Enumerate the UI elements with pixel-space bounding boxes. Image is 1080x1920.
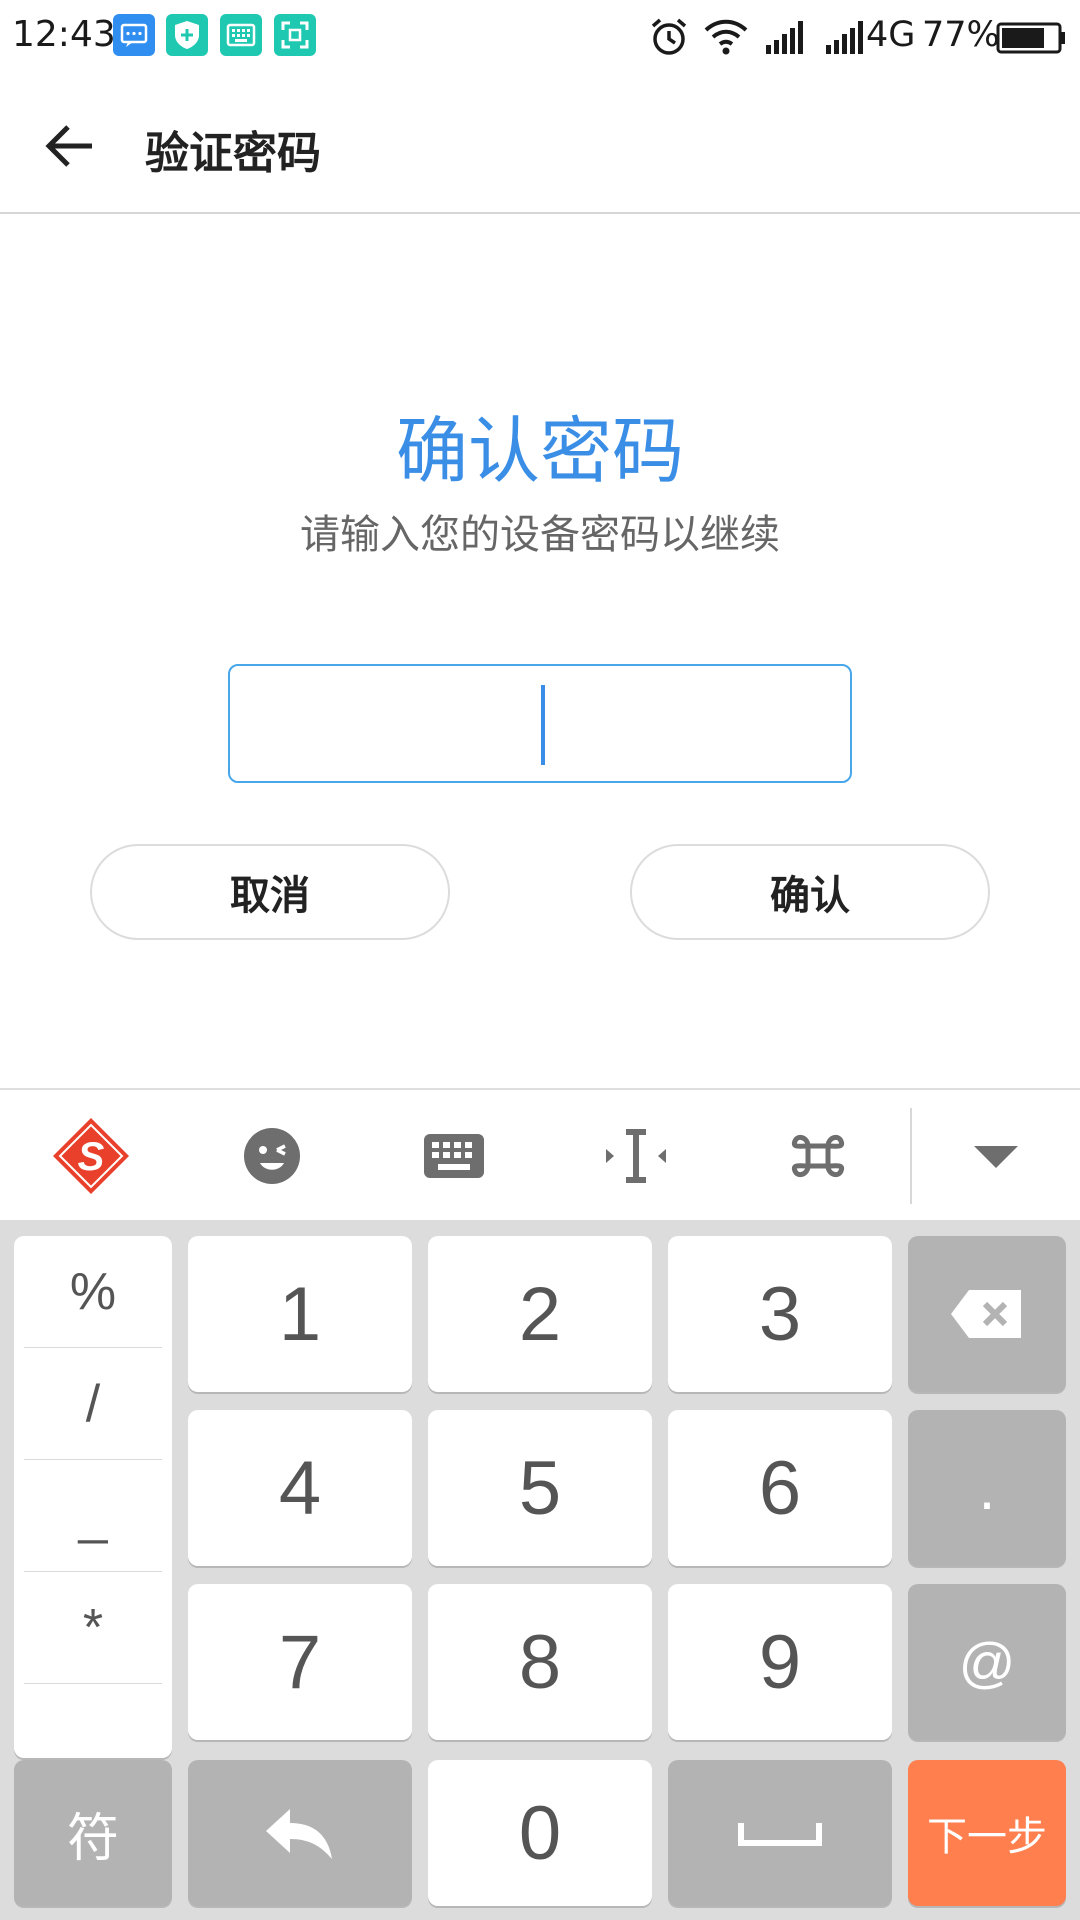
app-bar: 验证密码 — [0, 76, 1080, 214]
backspace-icon — [951, 1290, 1021, 1338]
keyboard-switch-icon[interactable] — [414, 1116, 494, 1196]
key-8[interactable]: 8 — [428, 1584, 652, 1740]
key-6[interactable]: 6 — [668, 1410, 892, 1566]
key-3[interactable]: 3 — [668, 1236, 892, 1392]
emoji-icon[interactable] — [232, 1116, 312, 1196]
cursor-move-icon[interactable] — [596, 1116, 676, 1196]
svg-text:S: S — [78, 1135, 105, 1179]
at-key[interactable]: @ — [908, 1584, 1066, 1740]
sogou-logo-icon[interactable]: S — [51, 1116, 131, 1196]
key-9[interactable]: 9 — [668, 1584, 892, 1740]
symbol-key[interactable]: / — [24, 1348, 162, 1460]
signal-icon-2 — [826, 21, 863, 54]
status-time: 12:43 — [12, 14, 116, 55]
symbols-key[interactable]: 符 — [14, 1760, 172, 1906]
keyboard-icon — [220, 14, 262, 56]
signal-icon — [766, 21, 803, 54]
page-title: 验证密码 — [145, 128, 321, 179]
space-key[interactable] — [668, 1760, 892, 1906]
status-bar: 12:43 4G 77% — [0, 0, 1080, 76]
key-4[interactable]: 4 — [188, 1410, 412, 1566]
message-icon — [113, 14, 155, 56]
network-type: 4G — [866, 15, 916, 55]
toolbar-divider — [910, 1108, 912, 1204]
symbol-column[interactable]: % / _ * — [14, 1236, 172, 1758]
keyboard-toolbar: S — [0, 1088, 1080, 1220]
key-0[interactable]: 0 — [428, 1760, 652, 1906]
symbol-key[interactable]: % — [24, 1236, 162, 1348]
return-icon — [266, 1809, 332, 1859]
password-input[interactable] — [228, 664, 852, 783]
space-icon — [738, 1823, 822, 1846]
return-key[interactable] — [188, 1760, 412, 1906]
key-5[interactable]: 5 — [428, 1410, 652, 1566]
cancel-button[interactable]: 取消 — [90, 844, 450, 940]
confirm-button[interactable]: 确认 — [630, 844, 990, 940]
back-button[interactable] — [40, 114, 104, 178]
dot-key[interactable]: . — [908, 1410, 1066, 1566]
screen: 12:43 4G 77% 验证密码 确认密码 请输入您的设备密码以继续 取消 确… — [0, 0, 1080, 1920]
next-button[interactable]: 下一步 — [908, 1760, 1066, 1906]
numeric-keypad: % / _ * 1 2 3 4 5 6 . 7 8 9 @ 符 0 下一步 — [0, 1220, 1080, 1920]
battery-icon — [996, 22, 1065, 54]
subheading: 请输入您的设备密码以继续 — [300, 512, 780, 558]
command-icon[interactable] — [778, 1116, 858, 1196]
key-7[interactable]: 7 — [188, 1584, 412, 1740]
shield-icon — [166, 14, 208, 56]
key-1[interactable]: 1 — [188, 1236, 412, 1392]
scan-icon — [274, 14, 316, 56]
text-cursor — [541, 685, 545, 765]
wifi-icon — [704, 19, 748, 55]
collapse-icon[interactable] — [956, 1116, 1036, 1196]
battery-percent: 77% — [922, 15, 1000, 55]
backspace-key[interactable] — [908, 1236, 1066, 1392]
symbol-key[interactable]: * — [24, 1572, 162, 1684]
key-2[interactable]: 2 — [428, 1236, 652, 1392]
alarm-icon — [651, 18, 687, 55]
symbol-key[interactable]: _ — [24, 1460, 162, 1572]
confirm-heading: 确认密码 — [395, 409, 684, 493]
